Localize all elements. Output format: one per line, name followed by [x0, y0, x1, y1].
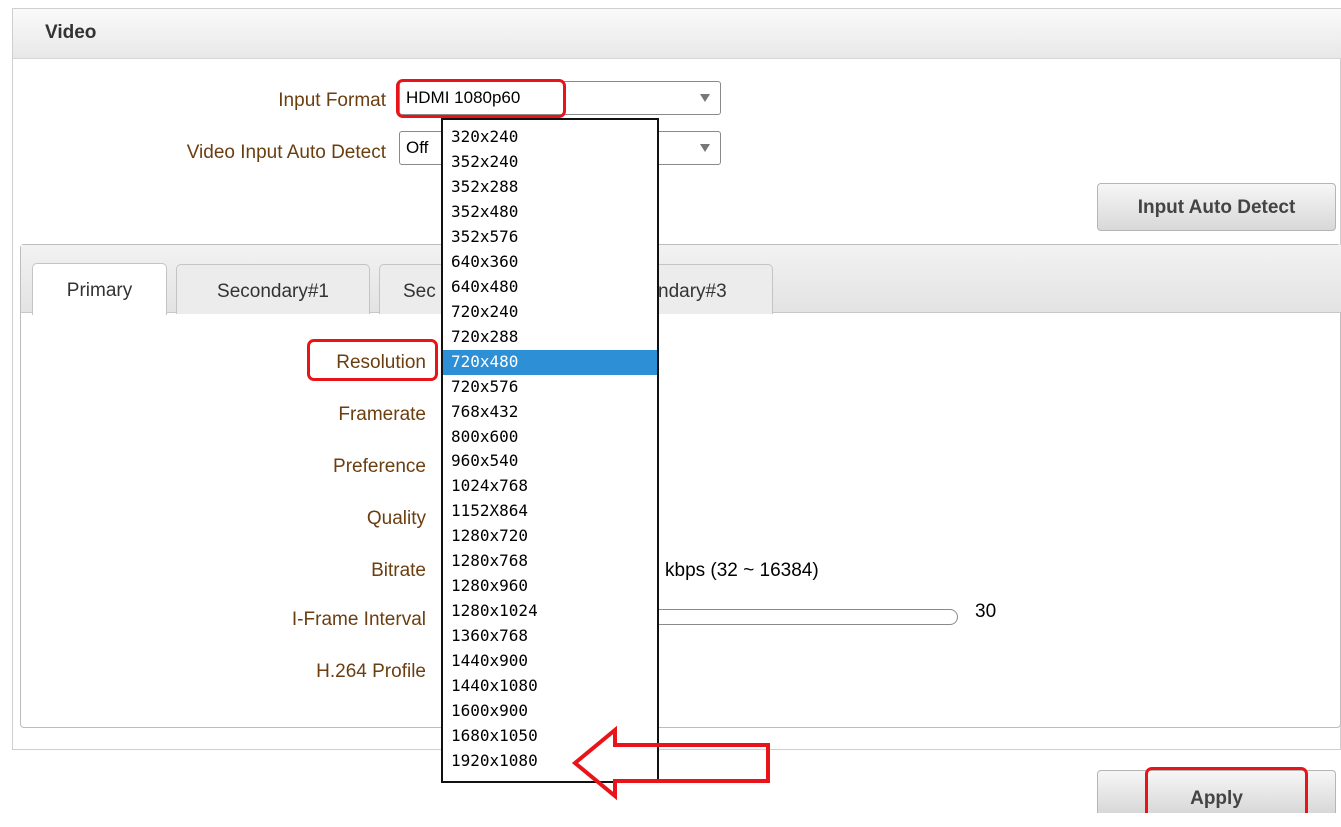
resolution-option[interactable]: 1600x900 — [443, 699, 657, 724]
resolution-option[interactable]: 720x288 — [443, 325, 657, 350]
resolution-option[interactable]: 352x576 — [443, 225, 657, 250]
resolution-option[interactable]: 960x540 — [443, 449, 657, 474]
input-format-label: Input Format — [278, 90, 386, 111]
resolution-option[interactable]: 720x576 — [443, 375, 657, 400]
resolution-option[interactable]: 1280x768 — [443, 549, 657, 574]
resolution-option[interactable]: 768x432 — [443, 400, 657, 425]
resolution-option[interactable]: 640x480 — [443, 275, 657, 300]
resolution-option[interactable]: 352x240 — [443, 150, 657, 175]
resolution-option[interactable]: 640x360 — [443, 250, 657, 275]
iframe-interval-value: 30 — [975, 601, 997, 622]
iframe-interval-slider[interactable] — [655, 609, 958, 625]
resolution-option[interactable]: 1280x1024 — [443, 599, 657, 624]
framerate-label: Framerate — [338, 404, 426, 425]
preference-label: Preference — [333, 456, 426, 477]
tab-secondary-3[interactable]: ndary#3 — [658, 264, 773, 314]
auto-detect-value: Off — [406, 138, 429, 157]
resolution-option[interactable]: 1440x900 — [443, 649, 657, 674]
panel-title: Video — [45, 22, 97, 43]
quality-label: Quality — [366, 508, 426, 529]
resolution-option[interactable]: 720x480 — [443, 349, 657, 375]
iframe-interval-label: I-Frame Interval — [291, 609, 426, 630]
arrow-left-icon — [571, 725, 770, 800]
tab-container — [20, 244, 1341, 728]
resolution-option[interactable]: 320x240 — [443, 125, 657, 150]
resolution-option[interactable]: 352x480 — [443, 200, 657, 225]
chevron-down-icon — [700, 144, 710, 152]
bitrate-unit: kbps (32 ~ 16384) — [665, 560, 819, 581]
resolution-dropdown-list[interactable]: 320x240 352x240 352x288 352x480 352x576 640x3… — [441, 118, 659, 783]
resolution-option[interactable]: 1440x1080 — [443, 674, 657, 699]
resolution-option[interactable]: 720x240 — [443, 300, 657, 325]
tab-secondary-1[interactable]: Secondary#1 — [176, 264, 370, 314]
bitrate-label: Bitrate — [371, 560, 426, 581]
tab-primary[interactable]: Primary — [32, 263, 167, 315]
resolution-option[interactable]: 1152X864 — [443, 499, 657, 524]
h264-profile-label: H.264 Profile — [316, 661, 426, 682]
input-auto-detect-button[interactable]: Input Auto Detect — [1097, 183, 1336, 231]
panel-header — [13, 9, 1341, 59]
tab-secondary-2[interactable]: Sec — [379, 264, 445, 314]
resolution-option[interactable]: 1024x768 — [443, 474, 657, 499]
resolution-option[interactable]: 1280x960 — [443, 574, 657, 599]
resolution-callout — [307, 339, 438, 381]
resolution-option[interactable]: 800x600 — [443, 425, 657, 450]
resolution-option[interactable]: 1280x720 — [443, 524, 657, 549]
auto-detect-label: Video Input Auto Detect — [186, 142, 386, 163]
apply-callout — [1145, 767, 1308, 813]
resolution-option[interactable]: 352x288 — [443, 175, 657, 200]
resolution-option[interactable]: 1360x768 — [443, 624, 657, 649]
input-format-callout — [396, 79, 566, 118]
chevron-down-icon — [700, 94, 710, 102]
